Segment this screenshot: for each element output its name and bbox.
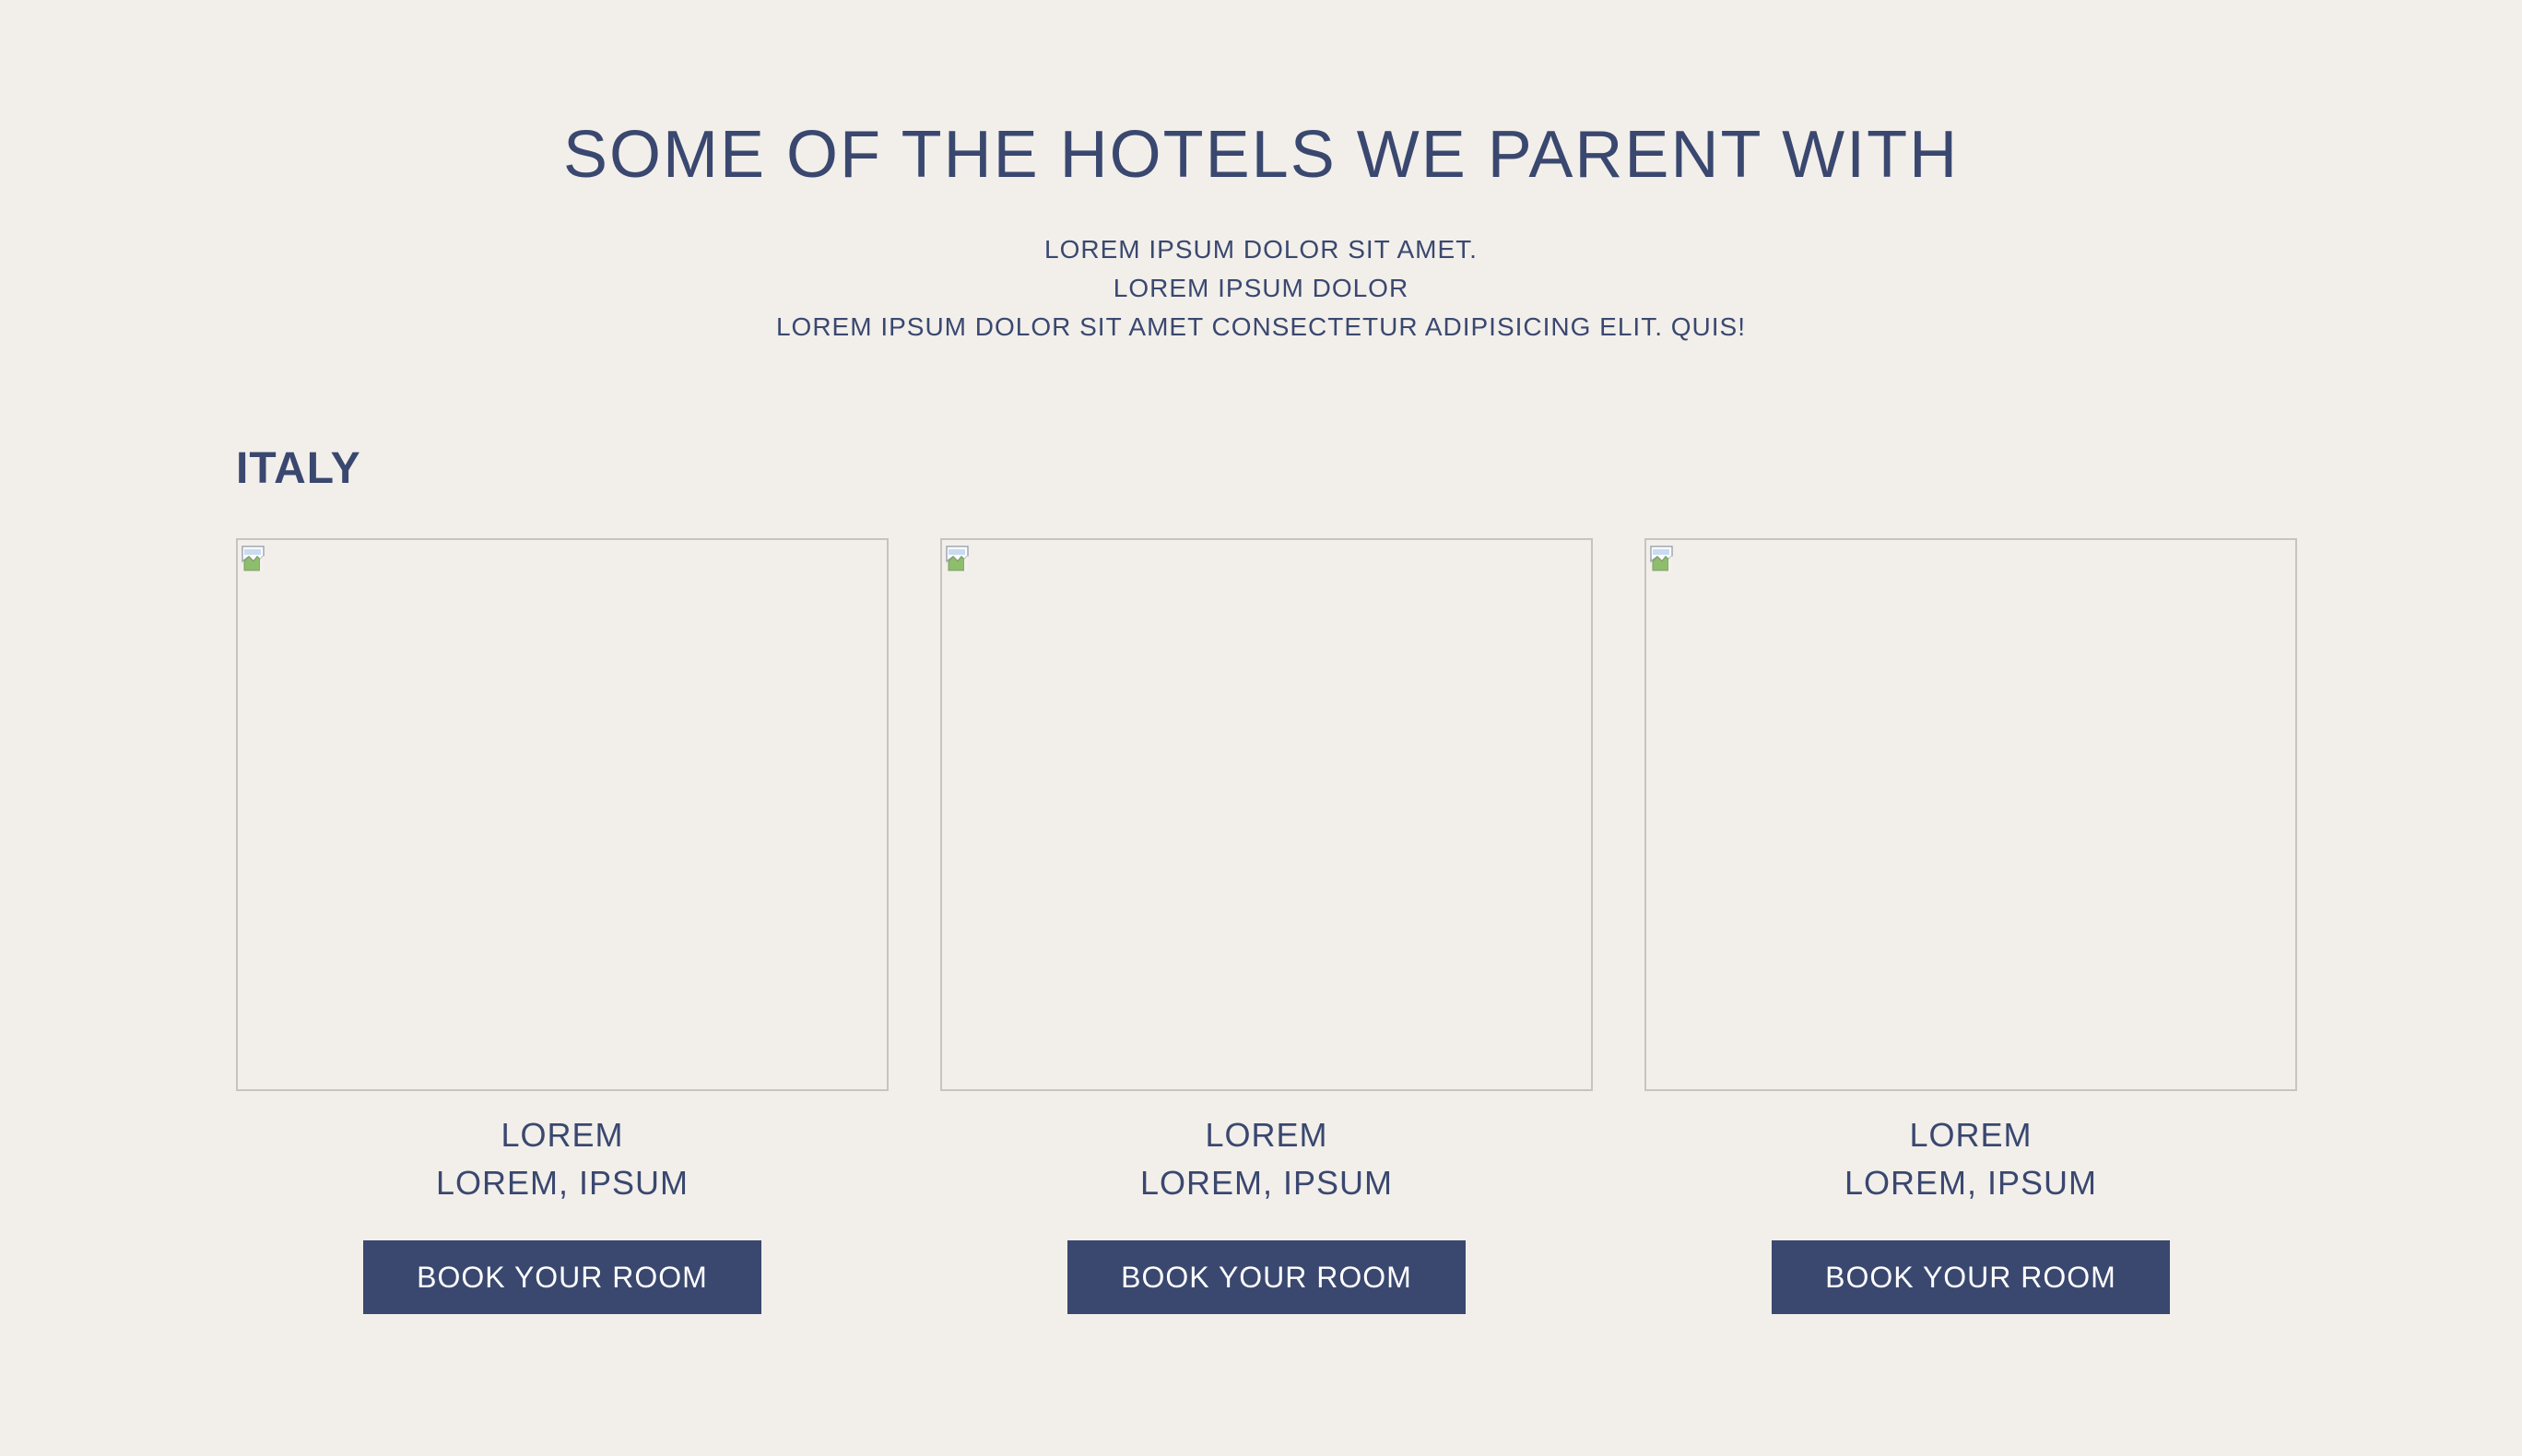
hotel-name: LOREM: [501, 1116, 624, 1154]
intro-line: LOREM IPSUM DOLOR SIT AMET CONSECTETUR A…: [775, 312, 1747, 341]
hotel-name: LOREM: [1205, 1116, 1328, 1154]
book-room-button[interactable]: BOOK YOUR ROOM: [1772, 1240, 2170, 1314]
hotel-partners-page: SOME OF THE HOTELS WE PARENT WITH LOREM …: [0, 0, 2522, 1456]
broken-image-icon: [242, 546, 269, 573]
hotel-image-placeholder: [236, 538, 889, 1091]
intro-text: LOREM IPSUM DOLOR SIT AMET. LOREM IPSUM …: [0, 230, 2522, 346]
hotel-image-placeholder: [940, 538, 1593, 1091]
hotel-card: LOREM LOREM, IPSUM BOOK YOUR ROOM: [1644, 538, 2297, 1314]
page-title: SOME OF THE HOTELS WE PARENT WITH: [562, 118, 1960, 192]
country-heading: ITALY: [236, 444, 361, 493]
intro-line: LOREM IPSUM DOLOR: [1113, 274, 1409, 302]
hotel-name: LOREM: [1909, 1116, 2033, 1154]
hotel-location: LOREM, IPSUM: [435, 1164, 689, 1202]
book-room-button[interactable]: BOOK YOUR ROOM: [1067, 1240, 1466, 1314]
hotel-location: LOREM, IPSUM: [1139, 1164, 1394, 1202]
hotel-image-placeholder: [1644, 538, 2297, 1091]
intro-line: LOREM IPSUM DOLOR SIT AMET.: [1044, 235, 1478, 264]
hotel-card: LOREM LOREM, IPSUM BOOK YOUR ROOM: [940, 538, 1593, 1314]
hotel-location: LOREM, IPSUM: [1844, 1164, 2098, 1202]
hotel-card: LOREM LOREM, IPSUM BOOK YOUR ROOM: [236, 538, 889, 1314]
broken-image-icon: [946, 546, 973, 573]
book-room-button[interactable]: BOOK YOUR ROOM: [363, 1240, 761, 1314]
broken-image-icon: [1650, 546, 1678, 573]
